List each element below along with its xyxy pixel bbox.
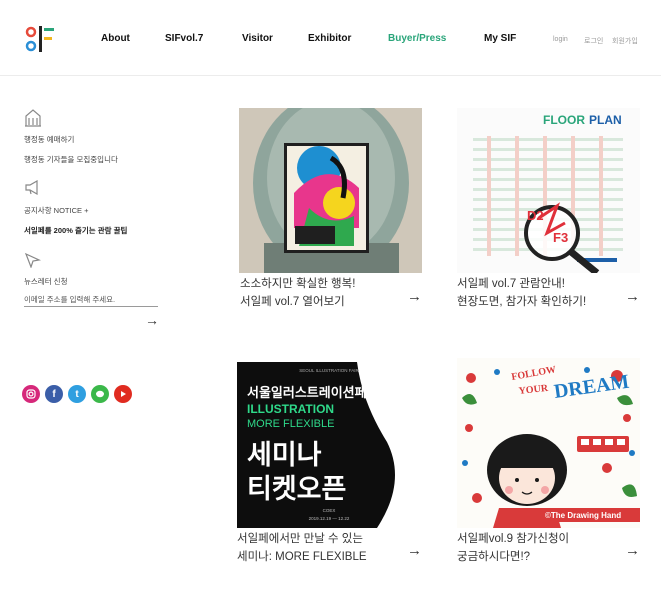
card-3-line-2[interactable]: 세미나: MORE FLEXIBLE <box>237 549 367 566</box>
card-3-arrow-icon[interactable]: → <box>407 543 422 558</box>
newsletter-input[interactable]: 이메일 주소를 입력해 주세요. <box>24 294 115 305</box>
youtube-icon[interactable] <box>114 385 132 403</box>
notice-title[interactable]: 공지사항 NOTICE + <box>24 205 88 216</box>
twitter-icon[interactable]: t <box>68 385 86 403</box>
facebook-icon[interactable]: f <box>45 385 63 403</box>
floorplan-title-b: PLAN <box>589 113 622 127</box>
card-1-line-1[interactable]: 소소하지만 확실한 행복! <box>240 276 355 293</box>
venue-title[interactable]: 행정동 예매하기 <box>24 134 74 145</box>
instagram-icon[interactable] <box>22 385 40 403</box>
nav-exhibitor[interactable]: Exhibitor <box>308 33 351 44</box>
card-4-line-1[interactable]: 서일페vol.9 참가신청이 <box>457 531 569 548</box>
venue-desc: 행정동 기자들을 모집중입니다 <box>24 155 118 164</box>
card-2-image[interactable]: FLOOR PLAN D2 F3 <box>457 108 640 273</box>
newsletter-title: 뉴스레터 신청 <box>24 277 68 286</box>
nav-visitor[interactable]: Visitor <box>242 33 273 44</box>
nav-about[interactable]: About <box>101 33 130 44</box>
nav-buyer-press[interactable]: Buyer/Press <box>388 33 446 44</box>
seminar-big-2: 티켓오픈 <box>247 474 346 505</box>
seminar-bottom-2: 2019.12.19 — 12.22 <box>309 516 350 521</box>
nav-sifvol7[interactable]: SIFvol.7 <box>165 33 203 44</box>
card-4-line-2[interactable]: 궁금하시다면!? <box>457 549 530 566</box>
card-4-arrow-icon[interactable]: → <box>625 543 640 558</box>
cursor-icon <box>24 252 42 268</box>
newsletter-submit-arrow-icon[interactable]: → <box>145 313 159 327</box>
page: About SIFvol.7 Visitor Exhibitor Buyer/P… <box>0 0 661 603</box>
card-4-image[interactable]: FOLLOW YOUR DREAM ©The Drawing Hand <box>457 358 640 528</box>
login-link[interactable]: login <box>553 36 568 43</box>
header: About SIFvol.7 Visitor Exhibitor Buyer/P… <box>0 0 661 76</box>
signup-link[interactable]: 회원가입 <box>612 36 638 46</box>
floorplan-label-2: F3 <box>553 230 568 245</box>
seminar-title-ko: 서울일러스트레이션페어 <box>247 385 379 401</box>
card-3-line-1[interactable]: 서일페에서만 만날 수 있는 <box>237 531 363 548</box>
kakao-icon[interactable] <box>91 385 109 403</box>
sif-logo[interactable] <box>24 22 58 56</box>
seminar-big-1: 세미나 <box>247 440 322 471</box>
seminar-bottom-1: COEX <box>323 508 336 513</box>
nav-my-sif[interactable]: My SIF <box>484 33 516 44</box>
card-1-line-2[interactable]: 서일페 vol.7 열어보기 <box>240 294 345 311</box>
floorplan-title-a: FLOOR <box>543 113 585 127</box>
floorplan-label-1: D2 <box>527 208 544 223</box>
card-2-arrow-icon[interactable]: → <box>625 289 640 304</box>
notice-item[interactable]: 서일페를 200% 즐기는 관람 꿀팁 <box>24 225 127 236</box>
header-divider <box>0 75 661 76</box>
card-1-image[interactable] <box>239 108 422 273</box>
newsletter-underline <box>24 306 158 307</box>
seminar-title-en-2: MORE FLEXIBLE <box>247 418 334 430</box>
poster-credit: ©The Drawing Hand <box>545 511 621 520</box>
building-icon <box>25 109 41 127</box>
card-2-line-1[interactable]: 서일페 vol.7 관람안내! <box>457 276 565 293</box>
seminar-title-en-1: ILLUSTRATION <box>247 402 334 416</box>
card-1-arrow-icon[interactable]: → <box>407 289 422 304</box>
card-3-image[interactable]: SEOUL ILLUSTRATION FAIR 서울일러스트레이션페어 ILLU… <box>237 362 422 528</box>
card-2-line-2[interactable]: 현장도면, 참가자 확인하기! <box>457 294 586 311</box>
megaphone-icon <box>25 180 38 195</box>
login-ko-link[interactable]: 로그인 <box>584 36 603 46</box>
seminar-top-text: SEOUL ILLUSTRATION FAIR <box>299 368 359 373</box>
